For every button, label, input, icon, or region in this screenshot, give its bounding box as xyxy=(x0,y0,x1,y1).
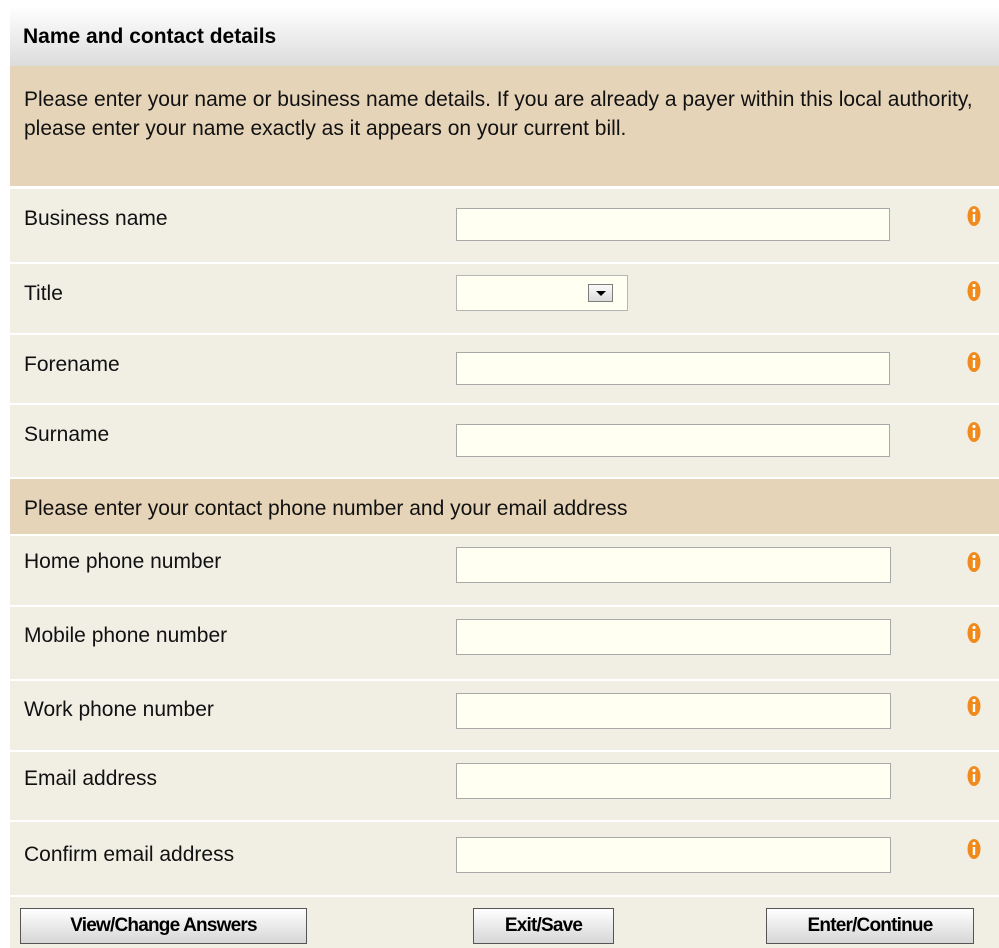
confirm-email-input[interactable] xyxy=(456,837,891,873)
exit-save-button[interactable]: Exit/Save xyxy=(473,908,614,944)
forename-row: Forename xyxy=(10,335,999,403)
title-row: Title xyxy=(10,264,999,333)
email-label: Email address xyxy=(24,767,158,790)
mobile-phone-row: Mobile phone number xyxy=(10,607,999,679)
info-icon[interactable] xyxy=(967,421,981,443)
mobile-phone-input[interactable] xyxy=(456,619,891,655)
info-icon[interactable] xyxy=(967,280,981,302)
surname-row: Surname xyxy=(10,405,999,477)
home-phone-label: Home phone number xyxy=(24,550,222,573)
info-icon[interactable] xyxy=(967,695,981,717)
info-icon[interactable] xyxy=(967,765,981,787)
chevron-down-icon xyxy=(596,291,606,296)
info-icon[interactable] xyxy=(967,838,981,860)
confirm-email-label: Confirm email address xyxy=(24,843,235,866)
title-label: Title xyxy=(24,282,63,305)
business-name-input[interactable] xyxy=(456,208,890,241)
title-select[interactable] xyxy=(456,275,628,311)
name-and-contact-panel: Name and contact details Please enter yo… xyxy=(10,6,999,948)
home-phone-row: Home phone number xyxy=(10,536,999,605)
panel-title: Name and contact details xyxy=(10,6,999,66)
work-phone-row: Work phone number xyxy=(10,681,999,750)
contact-section-heading: Please enter your contact phone number a… xyxy=(10,479,999,534)
dropdown-arrow-button[interactable] xyxy=(588,284,613,302)
forename-label: Forename xyxy=(24,353,120,376)
work-phone-input[interactable] xyxy=(456,693,891,729)
view-change-answers-button[interactable]: View/Change Answers xyxy=(20,908,307,944)
business-name-label: Business name xyxy=(24,207,168,230)
mobile-phone-label: Mobile phone number xyxy=(24,624,228,647)
email-input[interactable] xyxy=(456,763,891,799)
work-phone-label: Work phone number xyxy=(24,698,214,721)
forename-input[interactable] xyxy=(456,352,890,385)
enter-continue-button[interactable]: Enter/Continue xyxy=(766,908,974,944)
intro-text: Please enter your name or business name … xyxy=(10,66,999,186)
home-phone-input[interactable] xyxy=(456,547,891,583)
info-icon[interactable] xyxy=(967,622,981,644)
business-name-row: Business name xyxy=(10,189,999,262)
info-icon[interactable] xyxy=(967,551,981,573)
info-icon[interactable] xyxy=(967,351,981,373)
email-row: Email address xyxy=(10,752,999,820)
surname-label: Surname xyxy=(24,423,110,446)
confirm-email-row: Confirm email address xyxy=(10,822,999,895)
info-icon[interactable] xyxy=(967,205,981,227)
surname-input[interactable] xyxy=(456,424,890,457)
